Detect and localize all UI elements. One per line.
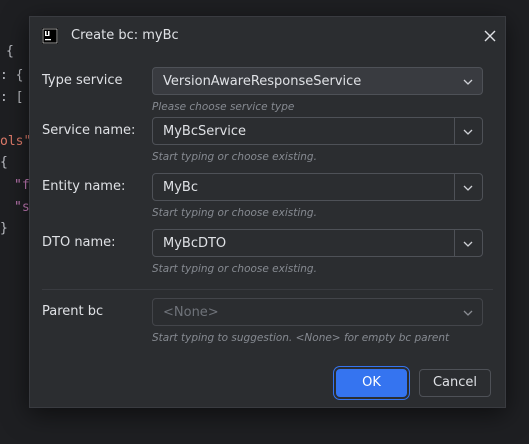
code-line: : [ xyxy=(0,90,24,105)
service-name-combo[interactable]: MyBcService xyxy=(152,117,483,145)
code-line: { xyxy=(0,155,8,170)
cancel-button[interactable]: Cancel xyxy=(419,369,491,397)
parent-bc-label: Parent bc xyxy=(42,304,104,319)
combo-separator xyxy=(454,174,455,200)
combo-separator xyxy=(454,230,455,256)
parent-bc-hint: Start typing to suggestion. <None> for e… xyxy=(152,332,450,344)
code-line: "f xyxy=(14,178,30,193)
entity-name-input[interactable]: MyBc xyxy=(163,180,198,195)
chevron-down-icon[interactable] xyxy=(463,183,473,193)
entity-name-combo[interactable]: MyBc xyxy=(152,173,483,201)
code-line: } xyxy=(0,221,8,236)
type-service-label: Type service xyxy=(42,73,123,88)
dto-name-label: DTO name: xyxy=(42,235,116,250)
dto-name-hint: Start typing or choose existing. xyxy=(152,263,317,275)
parent-bc-combo[interactable]: <None> xyxy=(152,298,483,326)
service-name-label: Service name: xyxy=(42,123,136,138)
ok-button[interactable]: OK xyxy=(336,369,407,397)
dialog-titlebar: Create bc: myBc xyxy=(30,17,505,55)
parent-bc-value: <None> xyxy=(163,305,219,320)
service-name-input[interactable]: MyBcService xyxy=(163,124,246,139)
dto-name-combo[interactable]: MyBcDTO xyxy=(152,229,483,257)
chevron-down-icon xyxy=(463,79,473,85)
code-line: "s xyxy=(14,200,30,215)
section-divider xyxy=(42,289,493,290)
entity-name-hint: Start typing or choose existing. xyxy=(152,207,317,219)
code-line: { xyxy=(6,44,14,59)
create-bc-dialog: Create bc: myBc Type service VersionAwar… xyxy=(29,16,506,408)
code-line: ols" xyxy=(0,134,32,149)
intellij-app-icon xyxy=(42,28,58,44)
type-service-select[interactable]: VersionAwareResponseService xyxy=(152,67,483,95)
dialog-title: Create bc: myBc xyxy=(71,28,179,43)
close-icon[interactable] xyxy=(482,28,498,44)
chevron-down-icon[interactable] xyxy=(463,239,473,249)
chevron-down-icon[interactable] xyxy=(463,127,473,137)
code-line: : { xyxy=(0,68,24,83)
entity-name-label: Entity name: xyxy=(42,179,126,194)
type-service-value: VersionAwareResponseService xyxy=(163,74,362,89)
combo-separator xyxy=(454,118,455,144)
chevron-down-icon xyxy=(463,310,473,316)
service-name-hint: Start typing or choose existing. xyxy=(152,151,317,163)
type-service-hint: Please choose service type xyxy=(152,101,295,113)
dto-name-input[interactable]: MyBcDTO xyxy=(163,236,226,251)
